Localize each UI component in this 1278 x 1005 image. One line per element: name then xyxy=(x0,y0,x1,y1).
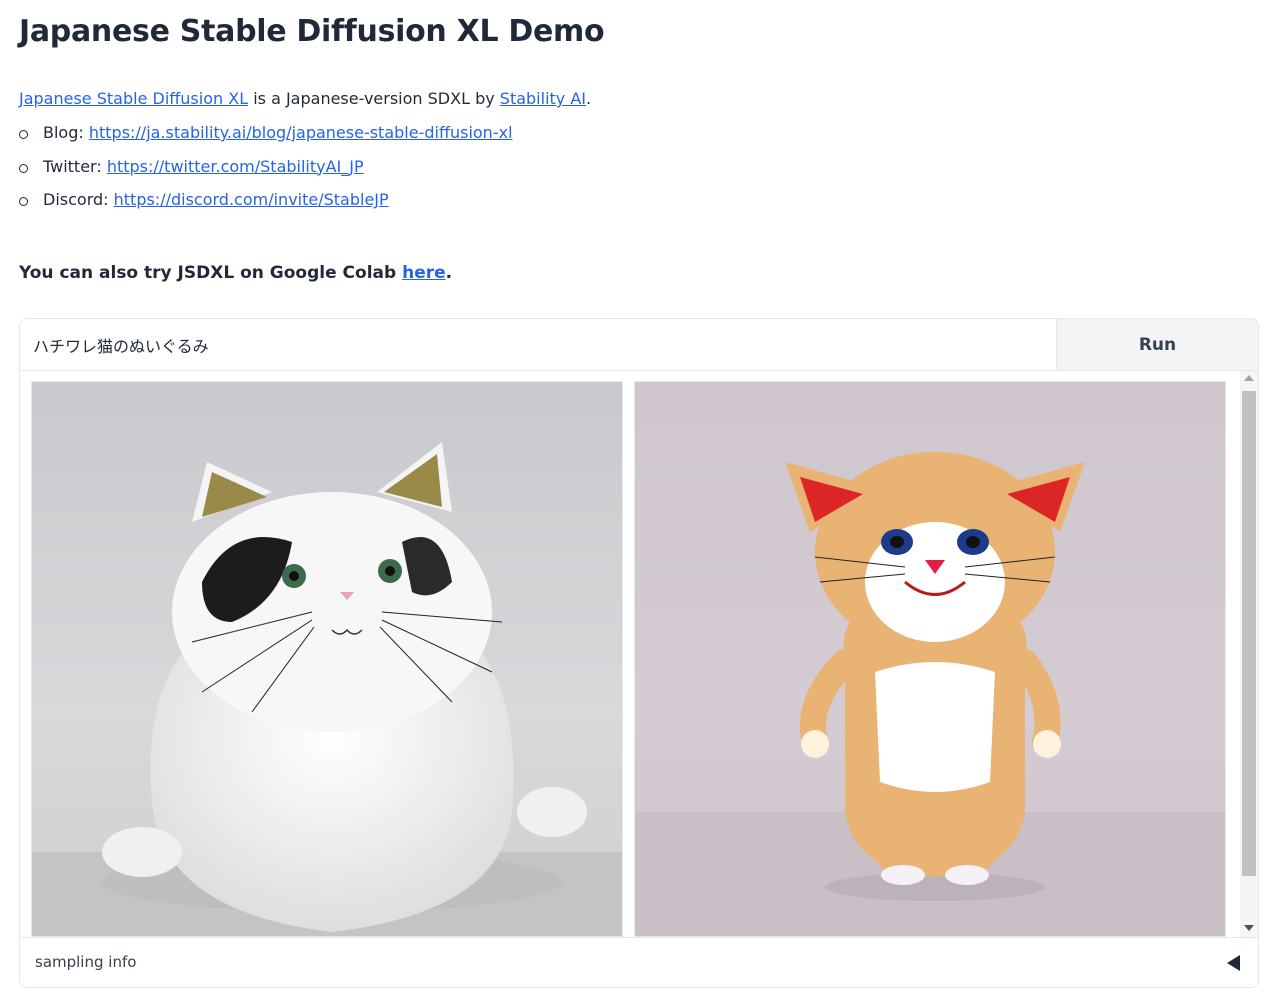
orange-cat-plush-icon xyxy=(635,452,1225,936)
colab-here-link[interactable]: here xyxy=(402,263,446,283)
blog-link[interactable]: https://ja.stability.ai/blog/japanese-st… xyxy=(89,123,513,142)
list-item-twitter: Twitter: https://twitter.com/StabilityAI… xyxy=(19,155,513,189)
image-gallery xyxy=(20,371,1258,937)
colab-prefix: You can also try JSDXL on Google Colab xyxy=(19,263,403,283)
demo-panel: Run xyxy=(19,318,1259,988)
discord-label: Discord: xyxy=(43,190,114,209)
scroll-up-arrow-icon[interactable] xyxy=(1244,375,1254,381)
scroll-down-arrow-icon[interactable] xyxy=(1244,925,1254,931)
list-item-blog: Blog: https://ja.stability.ai/blog/japan… xyxy=(19,121,513,155)
list-item-discord: Discord: https://discord.com/invite/Stab… xyxy=(19,188,513,222)
scroll-thumb[interactable] xyxy=(1242,391,1256,876)
run-button[interactable]: Run xyxy=(1057,319,1258,370)
white-cat-figure-icon xyxy=(32,442,622,936)
intro-middle-text: is a Japanese-version SDXL by xyxy=(248,89,500,108)
sampling-info-label: sampling info xyxy=(35,953,137,971)
intro-paragraph: Japanese Stable Diffusion XL is a Japane… xyxy=(19,89,591,108)
discord-link[interactable]: https://discord.com/invite/StableJP xyxy=(114,190,389,209)
page-title: Japanese Stable Diffusion XL Demo xyxy=(19,14,605,49)
gallery-scrollbar[interactable] xyxy=(1240,371,1258,937)
colab-note: You can also try JSDXL on Google Colab h… xyxy=(19,263,452,283)
generated-image-2[interactable] xyxy=(634,381,1226,937)
twitter-label: Twitter: xyxy=(43,156,107,176)
sampling-info-accordion[interactable]: sampling info xyxy=(20,937,1258,987)
intro-end-text: . xyxy=(586,89,592,108)
generated-image-1[interactable] xyxy=(31,381,623,937)
caret-left-icon[interactable] xyxy=(1227,955,1240,971)
links-list: Blog: https://ja.stability.ai/blog/japan… xyxy=(19,121,513,222)
twitter-link[interactable]: https://twitter.com/StabilityAI_JP xyxy=(107,157,364,176)
stability-ai-link[interactable]: Stability AI xyxy=(500,89,586,108)
prompt-input[interactable] xyxy=(20,319,1057,370)
blog-label: Blog: xyxy=(43,123,89,142)
prompt-row: Run xyxy=(20,319,1258,371)
jsdxl-link[interactable]: Japanese Stable Diffusion XL xyxy=(19,89,248,108)
colab-suffix: . xyxy=(445,263,453,283)
